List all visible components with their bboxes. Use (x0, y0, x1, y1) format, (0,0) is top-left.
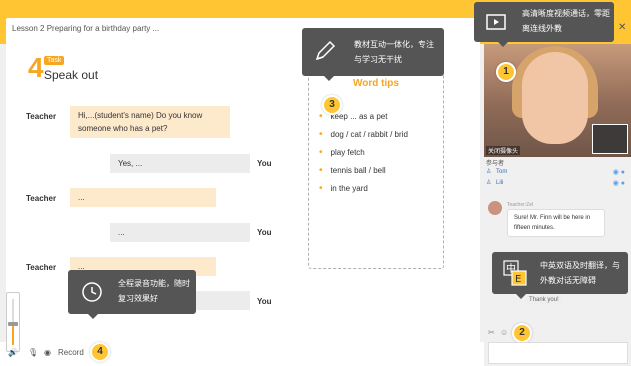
role-label: Teacher (26, 263, 57, 272)
marker-3: 3 (322, 95, 342, 115)
word-tip-item: dog / cat / rabbit / brid (319, 126, 408, 144)
dialogue-bubble: Hi,...(student's name) Do you know someo… (70, 106, 230, 138)
dialogue-bubble: ... (110, 223, 250, 242)
translate-tooltip-text: 中英双语及时翻译，与外教对话无障碍 (540, 261, 620, 285)
marker-2: 2 (512, 323, 532, 343)
participant-row[interactable]: ♙ Tom ◉ ● (486, 167, 629, 178)
user-icon: ♙ (486, 169, 492, 175)
lesson-title: Lesson 2 Preparing for a birthday party … (12, 24, 160, 33)
word-tips-list: keep ... as a pet dog / cat / rabbit / b… (319, 108, 408, 198)
dialogue-bubble: Yes, ... (110, 154, 250, 173)
dialogue-bubble: ... (70, 188, 216, 207)
record-button[interactable]: Record (58, 348, 84, 357)
task-title: Speak out (44, 68, 99, 82)
emoji-icon[interactable]: ☺ (500, 328, 508, 337)
marker-1: 1 (496, 62, 516, 82)
participants-header: 参与者 (486, 161, 505, 167)
textbook-tooltip-text: 教材互动一体化，专注与学习无干扰 (354, 40, 434, 64)
word-tip-item: tennis ball / bell (319, 162, 408, 180)
teacher-video: 关闭摄像头 (484, 44, 631, 157)
marker-4: 4 (90, 342, 110, 362)
participant-name: Tom (496, 169, 508, 175)
pen-icon (315, 40, 336, 61)
role-label: Teacher (26, 112, 57, 121)
chat-message: Sure! Mr. Finn will be here in fifteen m… (507, 209, 605, 237)
microphone-icon[interactable]: 🎙 (28, 348, 38, 357)
record-icon[interactable]: ◉ (44, 348, 51, 357)
role-label: You (257, 228, 272, 237)
volume-slider[interactable] (6, 292, 20, 352)
task-tag: Task (44, 56, 65, 65)
clock-icon (82, 282, 102, 302)
speaker-icon[interactable]: 🔊 (8, 348, 18, 357)
translate-icon: 中 E (503, 260, 527, 286)
participant-row[interactable]: ♙ Lili ◉ ● (486, 178, 629, 189)
participant-list: 参与者 ♙ Tom ◉ ● ♙ Lili ◉ ● (486, 158, 629, 189)
chat-reply: Thank you! (525, 296, 563, 304)
role-label: You (257, 159, 272, 168)
role-label: Teacher (26, 194, 57, 203)
svg-text:E: E (515, 274, 521, 285)
student-camera (592, 124, 628, 154)
word-tip-item: play fetch (319, 144, 408, 162)
chat-sender: Teacher:Zel (507, 202, 534, 208)
record-tooltip-text: 全程录音功能，随时复习效果好 (118, 279, 190, 303)
camera-toggle[interactable]: 关闭摄像头 (486, 146, 521, 155)
video-tooltip-text: 高清晰度视频通话，零距离连线外教 (522, 9, 610, 33)
video-call-icon (486, 14, 506, 30)
word-tip-item: in the yard (319, 180, 408, 198)
teacher-avatar (488, 201, 502, 215)
volume-knob[interactable] (8, 322, 18, 326)
volume-fill (12, 324, 14, 345)
close-icon[interactable]: ✕ (618, 22, 626, 33)
translate-tooltip: 中 E 中英双语及时翻译，与外教对话无障碍 (492, 252, 628, 299)
mic-icon[interactable]: ◉ ● (613, 178, 625, 189)
textbook-tooltip: 教材互动一体化，专注与学习无干扰 (302, 28, 444, 81)
chat-input[interactable] (488, 342, 628, 364)
task-number: 4 (28, 52, 44, 83)
video-tooltip: 高清晰度视频通话，零距离连线外教 (474, 2, 614, 47)
mic-icon[interactable]: ◉ ● (613, 167, 625, 178)
user-icon: ♙ (486, 180, 492, 186)
participant-name: Lili (496, 180, 504, 186)
scissors-icon[interactable]: ✂ (488, 328, 495, 337)
word-tips-card: Word tips keep ... as a pet dog / cat / … (308, 57, 444, 269)
record-tooltip: 全程录音功能，随时复习效果好 (68, 270, 196, 319)
teacher-face (522, 52, 588, 144)
role-label: You (257, 297, 272, 306)
